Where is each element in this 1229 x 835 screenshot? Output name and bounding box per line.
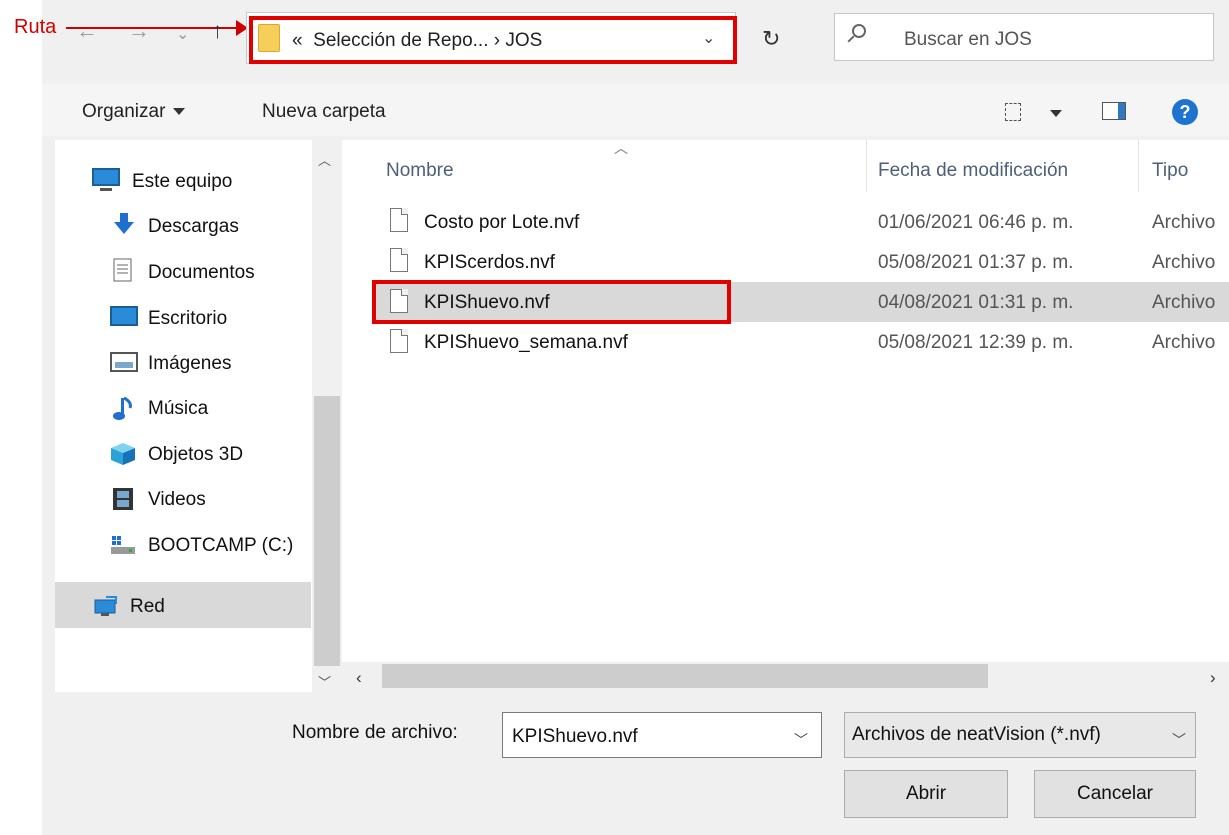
help-button[interactable]: ? bbox=[1172, 99, 1198, 125]
column-separator[interactable] bbox=[866, 140, 867, 192]
sidebar-item-escritorio[interactable]: Escritorio bbox=[148, 308, 227, 330]
chevron-down-icon[interactable]: ﹀ bbox=[1172, 730, 1186, 750]
image-icon bbox=[110, 352, 138, 372]
sidebar-item-imagenes[interactable]: Imágenes bbox=[148, 353, 231, 375]
up-button[interactable]: ↑ bbox=[212, 20, 223, 42]
view-options-icon[interactable] bbox=[1005, 103, 1021, 121]
file-type: Archivo bbox=[1152, 212, 1216, 233]
sort-ascending-icon: ︿ bbox=[614, 140, 628, 156]
cube-icon bbox=[110, 442, 135, 465]
file-date: 05/08/2021 12:39 p. m. bbox=[878, 332, 1074, 353]
horizontal-scrollbar-thumb[interactable] bbox=[382, 664, 988, 688]
scroll-right-icon[interactable]: › bbox=[1210, 668, 1216, 688]
column-header-type[interactable]: Tipo bbox=[1152, 160, 1188, 182]
file-name: KPIScerdos.nvf bbox=[424, 252, 555, 273]
sidebar-item-musica[interactable]: Música bbox=[148, 398, 208, 420]
address-highlight-box bbox=[249, 16, 737, 64]
file-icon bbox=[390, 208, 408, 232]
view-options-chevron-icon[interactable] bbox=[1050, 110, 1062, 117]
file-name: Costo por Lote.nvf bbox=[424, 212, 580, 233]
drive-icon bbox=[110, 534, 135, 556]
search-icon bbox=[852, 24, 866, 38]
file-type: Archivo bbox=[1152, 332, 1216, 353]
selected-file-highlight-box bbox=[372, 280, 731, 324]
file-type: Archivo bbox=[1152, 252, 1216, 273]
new-folder-button[interactable]: Nueva carpeta bbox=[262, 101, 386, 123]
back-button[interactable]: ← bbox=[76, 20, 98, 42]
film-icon bbox=[112, 487, 136, 510]
forward-button[interactable]: → bbox=[128, 20, 150, 42]
file-date: 01/06/2021 06:46 p. m. bbox=[878, 212, 1074, 233]
filename-value[interactable]: KPIShuevo.nvf bbox=[512, 726, 638, 748]
scroll-left-icon[interactable]: ‹ bbox=[356, 668, 362, 688]
chevron-down-icon bbox=[173, 108, 186, 116]
sidebar-item-descargas[interactable]: Descargas bbox=[148, 216, 239, 238]
sidebar-item-objetos-3d[interactable]: Objetos 3D bbox=[148, 444, 243, 466]
file-date: 04/08/2021 01:31 p. m. bbox=[878, 292, 1074, 313]
file-icon bbox=[390, 329, 408, 353]
document-icon bbox=[112, 258, 136, 282]
nav-scrollbar-thumb[interactable] bbox=[314, 396, 340, 666]
desktop-icon bbox=[110, 306, 138, 326]
sidebar-item-documentos[interactable]: Documentos bbox=[148, 262, 255, 284]
download-icon bbox=[112, 212, 136, 234]
sidebar-item-este-equipo[interactable]: Este equipo bbox=[132, 171, 232, 193]
scroll-down-icon[interactable]: ﹀ bbox=[318, 672, 331, 691]
organize-button[interactable]: Organizar bbox=[82, 101, 186, 123]
chevron-down-icon[interactable]: ﹀ bbox=[794, 730, 808, 750]
open-button[interactable]: Abrir bbox=[844, 770, 1008, 818]
file-type-filter-value[interactable]: Archivos de neatVision (*.nvf) bbox=[852, 724, 1101, 746]
sidebar-item-videos[interactable]: Videos bbox=[148, 489, 206, 511]
column-separator[interactable] bbox=[1138, 140, 1139, 192]
column-header-name[interactable]: Nombre bbox=[386, 160, 454, 182]
search-placeholder[interactable]: Buscar en JOS bbox=[904, 29, 1032, 51]
preview-pane-icon[interactable] bbox=[1102, 102, 1126, 120]
file-type: Archivo bbox=[1152, 292, 1216, 313]
recent-locations-button[interactable]: ⌄ bbox=[176, 24, 189, 46]
cancel-button[interactable]: Cancelar bbox=[1034, 770, 1196, 818]
filename-label: Nombre de archivo: bbox=[292, 722, 458, 743]
column-header-date[interactable]: Fecha de modificación bbox=[878, 160, 1068, 182]
sidebar-item-red[interactable]: Red bbox=[130, 596, 165, 618]
annotation-label: Ruta bbox=[14, 16, 57, 38]
file-name: KPIShuevo_semana.nvf bbox=[424, 332, 628, 353]
sidebar-item-bootcamp[interactable]: BOOTCAMP (C:) bbox=[148, 535, 293, 557]
music-icon bbox=[112, 396, 136, 420]
monitor-icon bbox=[92, 168, 120, 186]
network-icon bbox=[92, 594, 117, 616]
refresh-button[interactable]: ↻ bbox=[762, 26, 780, 52]
file-date: 05/08/2021 01:37 p. m. bbox=[878, 252, 1074, 273]
file-icon bbox=[390, 248, 408, 272]
organize-label: Organizar bbox=[82, 101, 166, 122]
scroll-up-icon[interactable]: ︿ bbox=[318, 150, 331, 169]
monitor-stand bbox=[100, 188, 112, 191]
